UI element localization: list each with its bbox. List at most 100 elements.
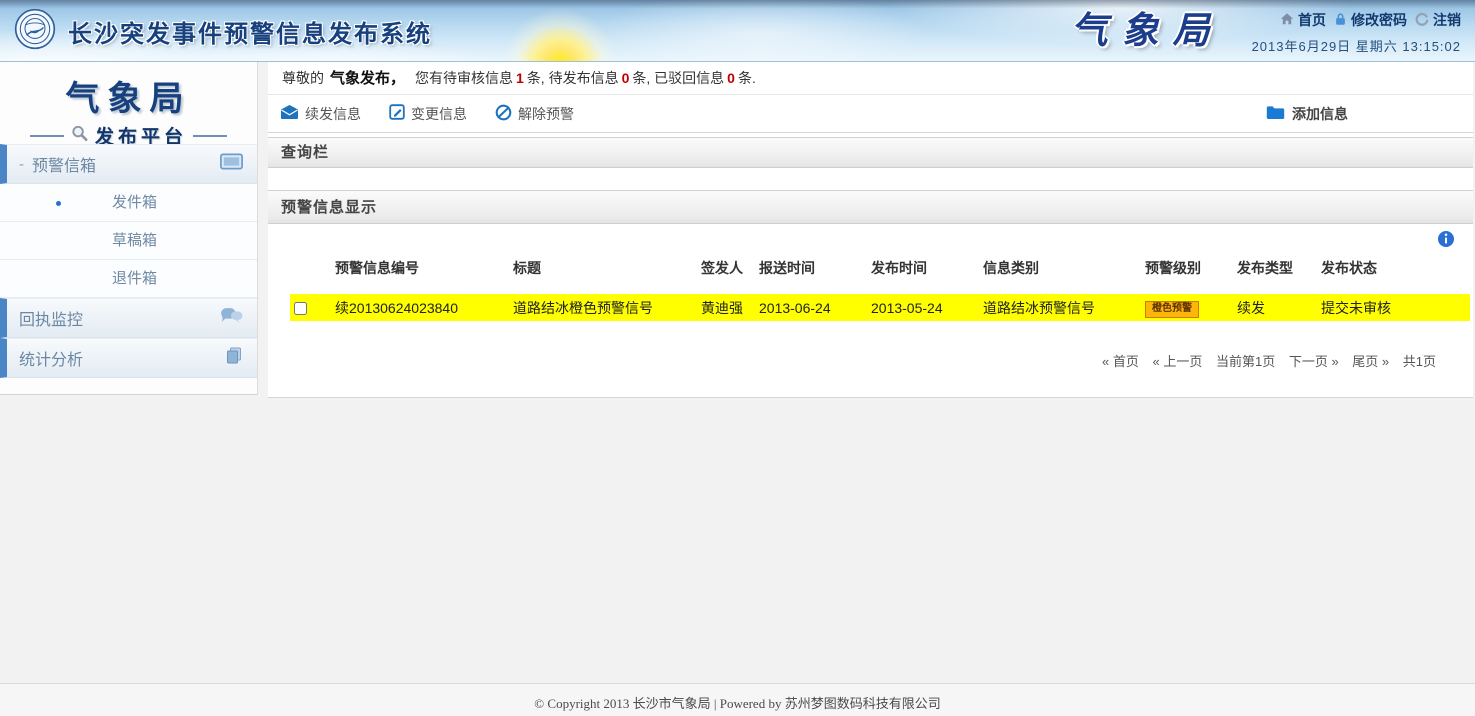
cell-publish-time: 2013-05-24 — [871, 294, 983, 321]
info-icon[interactable] — [1437, 230, 1455, 253]
sidebar-item-outbox[interactable]: 发件箱 — [0, 184, 257, 222]
sidebar-item-receipt-monitor[interactable]: 回执监控 — [0, 298, 257, 338]
sidebar-item-label: 回执监控 — [19, 306, 83, 330]
divider-line — [30, 135, 64, 137]
add-info-label: 添加信息 — [1292, 104, 1348, 124]
copyright-text: © Copyright 2013 长沙市气象局 | Powered by 苏州梦… — [534, 696, 940, 711]
sidebar-item-statistics[interactable]: 统计分析 — [0, 338, 257, 378]
pagination-last[interactable]: 尾页 » — [1352, 354, 1389, 369]
page: 长沙突发事件预警信息发布系统 气象局 首页 修改密码 — [0, 0, 1475, 716]
header-datetime: 2013年6月29日 星期六 13:15:02 — [1252, 36, 1461, 55]
column-header-publish-type: 发布类型 — [1237, 258, 1321, 294]
home-link[interactable]: 首页 — [1280, 10, 1326, 30]
column-header-title: 标题 — [513, 258, 701, 294]
column-header-level: 预警级别 — [1145, 258, 1237, 294]
checkbox-cell — [290, 294, 335, 321]
add-info-button[interactable]: 添加信息 — [1266, 104, 1348, 124]
change-info-label: 变更信息 — [411, 104, 467, 124]
toolbar: 续发信息 变更信息 解除预警 添加信息 — [268, 95, 1473, 133]
footer: © Copyright 2013 长沙市气象局 | Powered by 苏州梦… — [0, 683, 1475, 716]
column-header-publish-time: 发布时间 — [871, 258, 983, 294]
warning-display-title: 预警信息显示 — [268, 190, 1473, 224]
sidebar: 气象局 发布平台 - 预警信箱 发件箱 草稿箱 — [0, 62, 258, 395]
cell-submit-time: 2013-06-24 — [759, 294, 871, 321]
pagination-current: 当前第1页 — [1216, 354, 1275, 369]
count-pending-publish: 0 — [622, 70, 630, 86]
refresh-icon — [1415, 12, 1429, 29]
change-info-button[interactable]: 变更信息 — [389, 104, 467, 124]
greeting-seg3: 条, 已驳回信息 — [632, 70, 724, 86]
cell-title: 道路结冰橙色预警信号 — [513, 294, 701, 321]
main-content: 尊敬的气象发布，您有待审核信息1条, 待发布信息0条, 已驳回信息0条. 续发信… — [268, 62, 1473, 398]
sidebar-subitem-label: 草稿箱 — [112, 232, 157, 249]
cell-level: 橙色预警 — [1145, 294, 1237, 321]
column-header-id: 预警信息编号 — [335, 258, 513, 294]
chat-icon — [220, 307, 243, 329]
prohibit-icon — [495, 104, 512, 124]
header-right: 气象局 首页 修改密码 — [1071, 6, 1461, 56]
brand-name: 气象局 — [1071, 6, 1224, 56]
greeting-prefix: 尊敬的 — [282, 70, 324, 86]
sidebar-item-returned[interactable]: 退件箱 — [0, 260, 257, 298]
cancel-warning-button[interactable]: 解除预警 — [495, 104, 574, 124]
warning-table: 预警信息编号 标题 签发人 报送时间 发布时间 信息类别 预警级别 发布类型 发… — [290, 258, 1470, 321]
header-brand-left: 长沙突发事件预警信息发布系统 — [14, 8, 432, 55]
resend-info-button[interactable]: 续发信息 — [280, 104, 361, 124]
logout-label: 注销 — [1433, 10, 1461, 30]
pagination-total: 共1页 — [1403, 354, 1436, 369]
table-header-row: 预警信息编号 标题 签发人 报送时间 发布时间 信息类别 预警级别 发布类型 发… — [290, 258, 1470, 294]
checkbox-column-header — [290, 258, 335, 294]
top-header: 长沙突发事件预警信息发布系统 气象局 首页 修改密码 — [0, 0, 1475, 62]
sidebar-logo-title: 气象局 — [0, 71, 257, 120]
greeting-seg2: 条, 待发布信息 — [527, 70, 619, 86]
edit-icon — [389, 104, 405, 123]
divider-line — [193, 135, 227, 137]
query-bar-title: 查询栏 — [268, 137, 1473, 168]
bureau-emblem-icon — [14, 8, 56, 55]
info-row — [290, 230, 1470, 254]
table-row[interactable]: 续20130624023840 道路结冰橙色预警信号 黄迪强 2013-06-2… — [290, 294, 1470, 321]
change-password-label: 修改密码 — [1351, 10, 1407, 30]
sidebar-logo: 气象局 发布平台 — [0, 62, 257, 144]
column-header-status: 发布状态 — [1321, 258, 1470, 294]
count-pending-review: 1 — [516, 70, 524, 86]
active-dot — [56, 201, 61, 206]
warning-level-badge: 橙色预警 — [1145, 301, 1199, 318]
pages-icon — [225, 347, 243, 370]
cell-publish-type: 续发 — [1237, 294, 1321, 321]
pagination: « 首页 « 上一页 当前第1页 下一页 » 尾页 » 共1页 — [290, 351, 1470, 370]
greeting-seg4: 条. — [738, 70, 756, 86]
column-header-submit-time: 报送时间 — [759, 258, 871, 294]
change-password-link[interactable]: 修改密码 — [1334, 10, 1407, 30]
folder-icon — [1266, 105, 1285, 123]
cell-status: 提交未审核 — [1321, 294, 1470, 321]
greeting-username: 气象发布， — [330, 70, 405, 87]
pagination-first[interactable]: « 首页 — [1102, 354, 1139, 369]
sidebar-item-label: 预警信箱 — [32, 152, 96, 176]
greeting-seg1: 您有待审核信息 — [415, 70, 513, 86]
pagination-prev[interactable]: « 上一页 — [1153, 354, 1203, 369]
cell-warning-id: 续20130624023840 — [335, 294, 513, 321]
row-select-checkbox[interactable] — [294, 302, 307, 315]
greeting-bar: 尊敬的气象发布，您有待审核信息1条, 待发布信息0条, 已驳回信息0条. — [268, 62, 1473, 95]
warning-table-area: 预警信息编号 标题 签发人 报送时间 发布时间 信息类别 预警级别 发布类型 发… — [268, 224, 1473, 370]
envelope-icon — [280, 105, 299, 122]
header-links: 首页 修改密码 注销 — [1280, 10, 1461, 30]
expand-marker: - — [19, 156, 24, 173]
resend-info-label: 续发信息 — [305, 104, 361, 124]
cell-category: 道路结冰预警信号 — [983, 294, 1145, 321]
cancel-warning-label: 解除预警 — [518, 104, 574, 124]
logout-link[interactable]: 注销 — [1415, 10, 1461, 30]
lock-icon — [1334, 12, 1347, 29]
header-links-block: 首页 修改密码 注销 2013年6月29日 — [1252, 6, 1461, 55]
column-header-issuer: 签发人 — [701, 258, 759, 294]
sidebar-item-warning-inbox[interactable]: - 预警信箱 — [0, 144, 257, 184]
cell-issuer: 黄迪强 — [701, 294, 759, 321]
count-rejected: 0 — [727, 70, 735, 86]
sidebar-subitem-label: 发件箱 — [112, 194, 157, 211]
pagination-next[interactable]: 下一页 » — [1289, 354, 1339, 369]
system-title: 长沙突发事件预警信息发布系统 — [68, 14, 432, 49]
home-link-label: 首页 — [1298, 10, 1326, 30]
column-header-category: 信息类别 — [983, 258, 1145, 294]
sidebar-item-drafts[interactable]: 草稿箱 — [0, 222, 257, 260]
